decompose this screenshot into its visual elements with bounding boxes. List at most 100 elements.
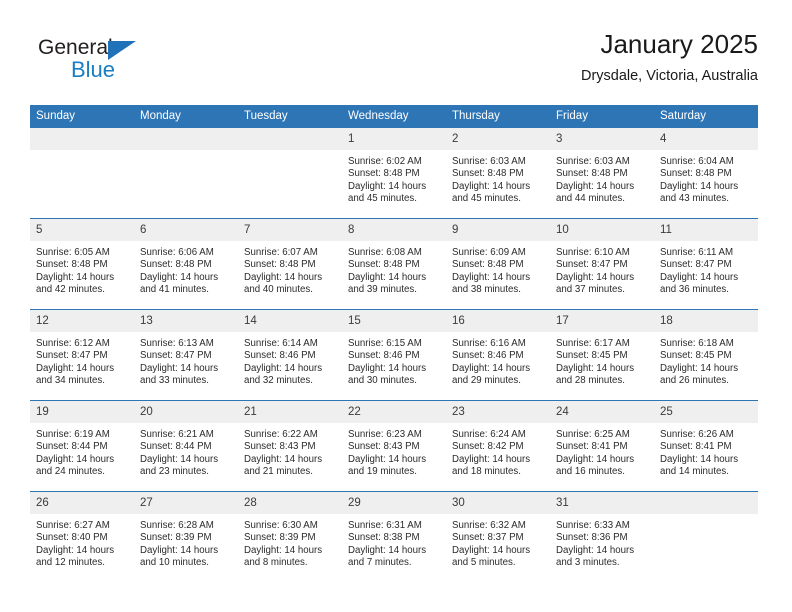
calendar-day-cell[interactable]: 12 Sunrise: 6:12 AM Sunset: 8:47 PM Dayligh… (30, 309, 134, 401)
sunrise-text: Sunrise: 6:19 AM (36, 429, 110, 440)
day-number: 2 (446, 128, 550, 150)
calendar-day-cell[interactable]: 11 Sunrise: 6:11 AM Sunset: 8:47 PM Dayligh… (654, 218, 758, 310)
calendar-day-cell[interactable]: 31 Sunrise: 6:33 AM Sunset: 8:36 PM Dayligh… (550, 491, 654, 582)
day-details: Sunrise: 6:03 AM Sunset: 8:48 PM Daylight:… (446, 150, 550, 206)
calendar-day-cell[interactable]: 16 Sunrise: 6:16 AM Sunset: 8:46 PM Dayligh… (446, 309, 550, 401)
calendar-day-cell[interactable]: 19 Sunrise: 6:19 AM Sunset: 8:44 PM Dayligh… (30, 400, 134, 492)
sunset-text: Sunset: 8:43 PM (244, 441, 316, 453)
daylight-text: Daylight: 14 hours and 44 minutes. (556, 180, 635, 205)
daylight-text: Daylight: 14 hours and 41 minutes. (140, 271, 219, 296)
calendar-day-cell[interactable]: 21 Sunrise: 6:22 AM Sunset: 8:43 PM Dayligh… (238, 400, 342, 492)
calendar-day-cell[interactable]: 1 Sunrise: 6:02 AM Sunset: 8:48 PM Daylight… (342, 127, 446, 219)
day-number: 10 (550, 219, 654, 241)
sunrise-text: Sunrise: 6:03 AM (556, 156, 630, 167)
daylight-text: Daylight: 14 hours and 29 minutes. (452, 362, 531, 387)
day-number: 4 (654, 128, 758, 150)
daylight-text: Daylight: 14 hours and 37 minutes. (556, 271, 635, 296)
calendar-day-cell[interactable]: 29 Sunrise: 6:31 AM Sunset: 8:38 PM Dayligh… (342, 491, 446, 582)
daylight-text: Daylight: 14 hours and 3 minutes. (556, 544, 635, 569)
sunset-text: Sunset: 8:41 PM (660, 441, 732, 453)
day-details: Sunrise: 6:28 AM Sunset: 8:39 PM Daylight:… (134, 514, 238, 570)
calendar-day-cell-empty (654, 491, 758, 582)
day-details: Sunrise: 6:11 AM Sunset: 8:47 PM Daylight:… (654, 241, 758, 297)
calendar-day-cell-empty (134, 127, 238, 219)
day-number: 20 (134, 401, 238, 423)
general-blue-logo[interactable]: General Blue (38, 36, 178, 92)
day-number: 17 (550, 310, 654, 332)
calendar-body: 1 Sunrise: 6:02 AM Sunset: 8:48 PM Daylight… (30, 127, 758, 582)
calendar-day-cell[interactable]: 13 Sunrise: 6:13 AM Sunset: 8:47 PM Dayligh… (134, 309, 238, 401)
sunrise-text: Sunrise: 6:25 AM (556, 429, 630, 440)
calendar-day-cell[interactable]: 30 Sunrise: 6:32 AM Sunset: 8:37 PM Dayligh… (446, 491, 550, 582)
daylight-text: Daylight: 14 hours and 39 minutes. (348, 271, 427, 296)
day-details: Sunrise: 6:14 AM Sunset: 8:46 PM Daylight:… (238, 332, 342, 388)
daylight-text: Daylight: 14 hours and 18 minutes. (452, 453, 531, 478)
sunset-text: Sunset: 8:43 PM (348, 441, 420, 453)
daylight-text: Daylight: 14 hours and 43 minutes. (660, 180, 739, 205)
sunrise-text: Sunrise: 6:05 AM (36, 247, 110, 258)
day-details: Sunrise: 6:26 AM Sunset: 8:41 PM Daylight:… (654, 423, 758, 479)
calendar-day-cell[interactable]: 23 Sunrise: 6:24 AM Sunset: 8:42 PM Dayligh… (446, 400, 550, 492)
day-number (30, 128, 134, 150)
day-details: Sunrise: 6:08 AM Sunset: 8:48 PM Daylight:… (342, 241, 446, 297)
day-number: 13 (134, 310, 238, 332)
calendar-day-cell[interactable]: 27 Sunrise: 6:28 AM Sunset: 8:39 PM Dayligh… (134, 491, 238, 582)
day-details: Sunrise: 6:07 AM Sunset: 8:48 PM Daylight:… (238, 241, 342, 297)
calendar-day-cell[interactable]: 20 Sunrise: 6:21 AM Sunset: 8:44 PM Dayligh… (134, 400, 238, 492)
calendar-day-cell[interactable]: 3 Sunrise: 6:03 AM Sunset: 8:48 PM Daylight… (550, 127, 654, 219)
calendar-day-cell[interactable]: 22 Sunrise: 6:23 AM Sunset: 8:43 PM Dayligh… (342, 400, 446, 492)
calendar-day-cell[interactable]: 4 Sunrise: 6:04 AM Sunset: 8:48 PM Daylight… (654, 127, 758, 219)
sunset-text: Sunset: 8:44 PM (36, 441, 108, 453)
daylight-text: Daylight: 14 hours and 14 minutes. (660, 453, 739, 478)
calendar-day-cell[interactable]: 14 Sunrise: 6:14 AM Sunset: 8:46 PM Dayligh… (238, 309, 342, 401)
sunrise-text: Sunrise: 6:13 AM (140, 338, 214, 349)
day-details: Sunrise: 6:30 AM Sunset: 8:39 PM Daylight:… (238, 514, 342, 570)
sunset-text: Sunset: 8:40 PM (36, 532, 108, 544)
sunset-text: Sunset: 8:48 PM (452, 259, 524, 271)
sunrise-text: Sunrise: 6:17 AM (556, 338, 630, 349)
calendar-day-cell[interactable]: 26 Sunrise: 6:27 AM Sunset: 8:40 PM Dayligh… (30, 491, 134, 582)
sunset-text: Sunset: 8:41 PM (556, 441, 628, 453)
calendar-day-cell[interactable]: 18 Sunrise: 6:18 AM Sunset: 8:45 PM Dayligh… (654, 309, 758, 401)
day-number: 9 (446, 219, 550, 241)
daylight-text: Daylight: 14 hours and 40 minutes. (244, 271, 323, 296)
sunrise-text: Sunrise: 6:30 AM (244, 520, 318, 531)
day-number: 8 (342, 219, 446, 241)
sunset-text: Sunset: 8:46 PM (348, 350, 420, 362)
day-number: 22 (342, 401, 446, 423)
day-details: Sunrise: 6:21 AM Sunset: 8:44 PM Daylight:… (134, 423, 238, 479)
weekday-header-monday: Monday (134, 105, 238, 128)
sunrise-text: Sunrise: 6:16 AM (452, 338, 526, 349)
logo-text-blue: Blue (71, 57, 116, 82)
daylight-text: Daylight: 14 hours and 8 minutes. (244, 544, 323, 569)
sunrise-text: Sunrise: 6:07 AM (244, 247, 318, 258)
calendar-day-cell[interactable]: 17 Sunrise: 6:17 AM Sunset: 8:45 PM Dayligh… (550, 309, 654, 401)
calendar-day-cell[interactable]: 6 Sunrise: 6:06 AM Sunset: 8:48 PM Daylight… (134, 218, 238, 310)
day-details: Sunrise: 6:25 AM Sunset: 8:41 PM Daylight:… (550, 423, 654, 479)
calendar-day-cell[interactable]: 9 Sunrise: 6:09 AM Sunset: 8:48 PM Daylight… (446, 218, 550, 310)
calendar-table: Sunday Monday Tuesday Wednesday Thursday… (30, 105, 758, 582)
calendar-day-cell[interactable]: 7 Sunrise: 6:07 AM Sunset: 8:48 PM Daylight… (238, 218, 342, 310)
calendar-day-cell[interactable]: 5 Sunrise: 6:05 AM Sunset: 8:48 PM Daylight… (30, 218, 134, 310)
calendar-day-cell[interactable]: 2 Sunrise: 6:03 AM Sunset: 8:48 PM Daylight… (446, 127, 550, 219)
calendar-day-cell[interactable]: 8 Sunrise: 6:08 AM Sunset: 8:48 PM Daylight… (342, 218, 446, 310)
calendar-day-cell[interactable]: 15 Sunrise: 6:15 AM Sunset: 8:46 PM Dayligh… (342, 309, 446, 401)
sunset-text: Sunset: 8:45 PM (556, 350, 628, 362)
calendar-day-cell[interactable]: 28 Sunrise: 6:30 AM Sunset: 8:39 PM Dayligh… (238, 491, 342, 582)
day-details: Sunrise: 6:06 AM Sunset: 8:48 PM Daylight:… (134, 241, 238, 297)
calendar-day-cell[interactable]: 24 Sunrise: 6:25 AM Sunset: 8:41 PM Dayligh… (550, 400, 654, 492)
daylight-text: Daylight: 14 hours and 45 minutes. (348, 180, 427, 205)
day-details: Sunrise: 6:15 AM Sunset: 8:46 PM Daylight:… (342, 332, 446, 388)
sunrise-text: Sunrise: 6:02 AM (348, 156, 422, 167)
day-number (134, 128, 238, 150)
day-number: 11 (654, 219, 758, 241)
calendar-day-cell[interactable]: 25 Sunrise: 6:26 AM Sunset: 8:41 PM Dayligh… (654, 400, 758, 492)
calendar-header-row: Sunday Monday Tuesday Wednesday Thursday… (30, 105, 758, 128)
day-details: Sunrise: 6:24 AM Sunset: 8:42 PM Daylight:… (446, 423, 550, 479)
calendar-day-cell[interactable]: 10 Sunrise: 6:10 AM Sunset: 8:47 PM Dayligh… (550, 218, 654, 310)
day-number: 12 (30, 310, 134, 332)
daylight-text: Daylight: 14 hours and 28 minutes. (556, 362, 635, 387)
sunset-text: Sunset: 8:47 PM (140, 350, 212, 362)
weekday-header-wednesday: Wednesday (342, 105, 446, 128)
sunrise-text: Sunrise: 6:14 AM (244, 338, 318, 349)
